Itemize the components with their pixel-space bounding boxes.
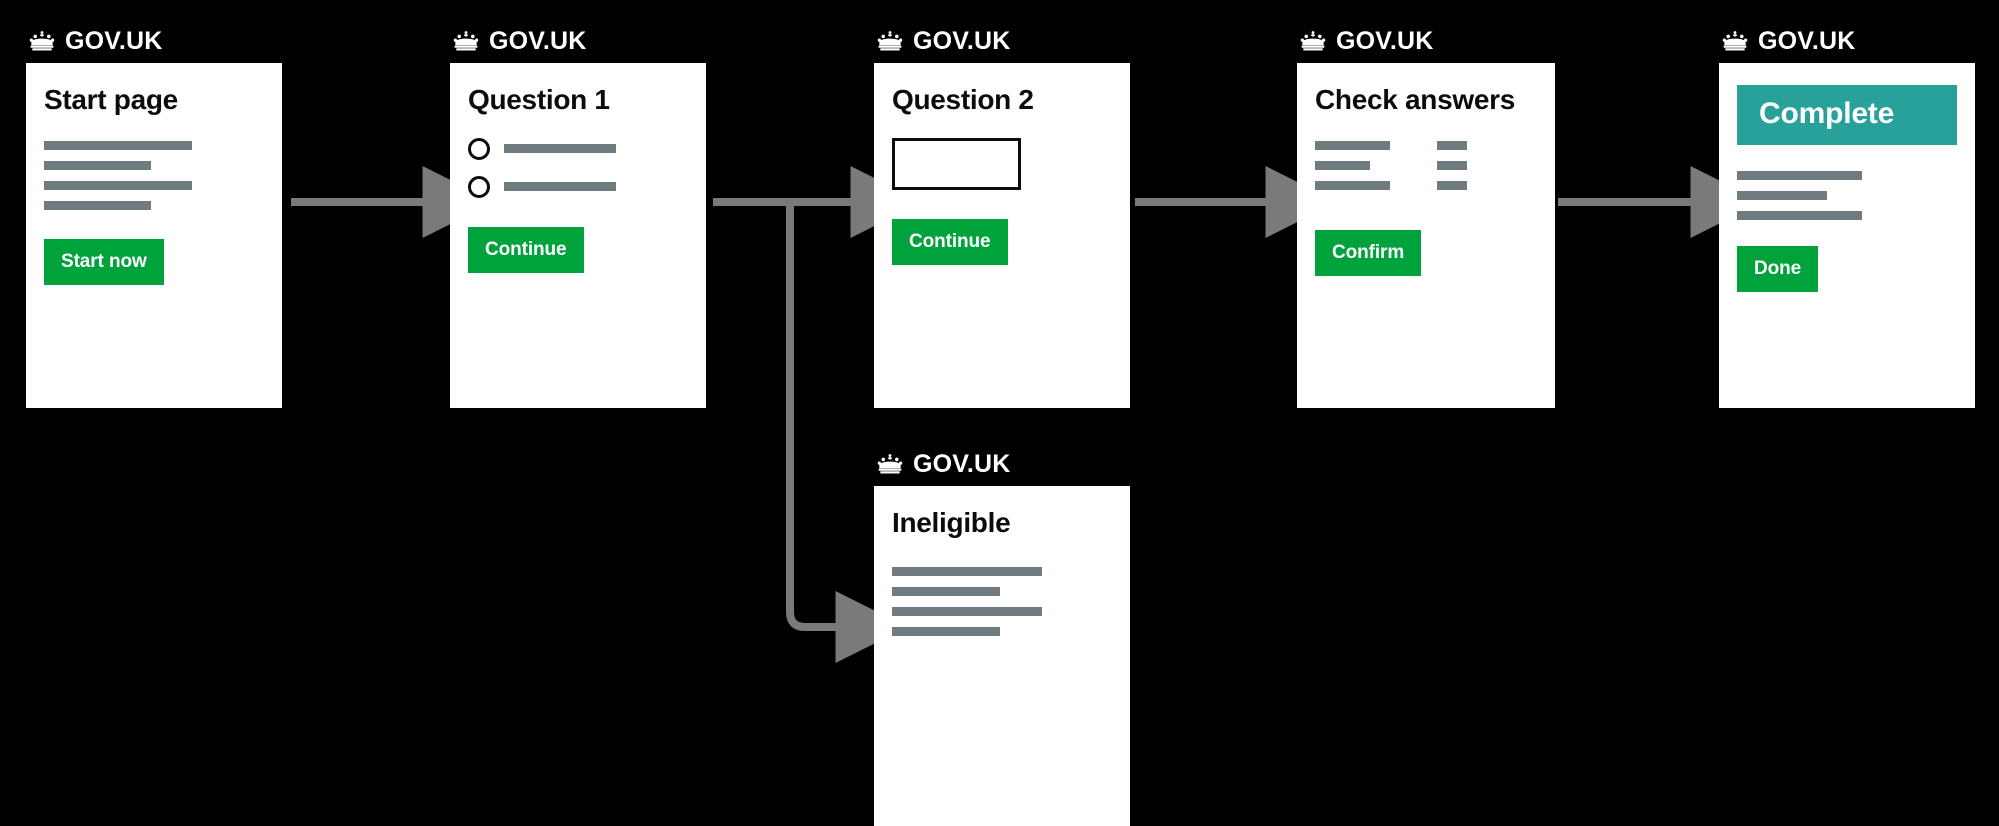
- placeholder-text-block: [44, 140, 264, 210]
- card-check-answers: Check answers Confirm: [1297, 63, 1555, 408]
- placeholder-bar: [504, 144, 616, 154]
- node-check-answers[interactable]: GOV.UK Check answers Confirm: [1297, 26, 1555, 408]
- start-now-button[interactable]: Start now: [44, 238, 164, 285]
- radio-option[interactable]: [468, 175, 688, 198]
- govuk-brand-label: GOV.UK: [1758, 26, 1856, 55]
- govuk-brand: GOV.UK: [874, 449, 1130, 479]
- placeholder-bar: [1315, 160, 1370, 170]
- node-question-1[interactable]: GOV.UK Question 1 Continue: [450, 26, 706, 408]
- continue-button[interactable]: Continue: [468, 226, 584, 273]
- placeholder-bar: [44, 180, 192, 190]
- govuk-brand: GOV.UK: [1719, 26, 1975, 56]
- govuk-brand-label: GOV.UK: [913, 26, 1011, 55]
- placeholder-bar: [1437, 140, 1467, 150]
- summary-column-values: [1437, 140, 1467, 190]
- crown-icon: [1300, 31, 1326, 51]
- card-question-1: Question 1 Continue: [450, 63, 706, 408]
- govuk-brand: GOV.UK: [1297, 26, 1555, 56]
- crown-icon: [453, 31, 479, 51]
- done-button[interactable]: Done: [1737, 246, 1819, 292]
- connector-branch-to-ineligible: [786, 206, 908, 663]
- placeholder-bar: [44, 160, 151, 170]
- crown-icon: [877, 454, 903, 474]
- card-start-page: Start page Start now: [26, 63, 282, 408]
- crown-icon: [877, 31, 903, 51]
- radio-option[interactable]: [468, 137, 688, 160]
- placeholder-bar: [1315, 140, 1390, 150]
- radio-icon[interactable]: [468, 175, 490, 198]
- govuk-brand-label: GOV.UK: [489, 26, 587, 55]
- confirm-button[interactable]: Confirm: [1315, 229, 1422, 276]
- placeholder-bar: [892, 606, 1042, 616]
- node-complete[interactable]: GOV.UK Complete Done: [1719, 26, 1975, 408]
- placeholder-bar: [1315, 180, 1390, 190]
- govuk-brand-label: GOV.UK: [65, 26, 163, 55]
- page-title-question-1: Question 1: [468, 84, 610, 115]
- node-start-page[interactable]: GOV.UK Start page Start now: [26, 26, 282, 408]
- placeholder-bar: [44, 140, 192, 150]
- placeholder-text-block: [892, 566, 1112, 636]
- govuk-brand-label: GOV.UK: [913, 449, 1011, 478]
- placeholder-bar: [1737, 191, 1827, 200]
- page-title-start-page: Start page: [44, 84, 178, 115]
- flow-diagram-canvas: GOV.UK Start page Start now GOV.UK Quest…: [0, 0, 1999, 826]
- page-title-ineligible: Ineligible: [892, 507, 1011, 538]
- radio-group[interactable]: [468, 137, 688, 198]
- summary-column-labels: [1315, 140, 1390, 190]
- card-complete: Complete Done: [1719, 63, 1975, 408]
- placeholder-bar: [1737, 171, 1862, 180]
- card-ineligible: Ineligible: [874, 486, 1130, 826]
- node-question-2[interactable]: GOV.UK Question 2 Continue: [874, 26, 1130, 408]
- placeholder-bar: [1437, 160, 1467, 170]
- govuk-brand: GOV.UK: [450, 26, 706, 56]
- placeholder-bar: [892, 566, 1042, 576]
- govuk-brand: GOV.UK: [874, 26, 1130, 56]
- radio-icon[interactable]: [468, 137, 490, 160]
- answers-summary-list: [1315, 140, 1537, 190]
- text-input-icon[interactable]: [892, 137, 1021, 190]
- continue-button[interactable]: Continue: [892, 218, 1008, 265]
- placeholder-bar: [892, 586, 1000, 596]
- page-title-question-2: Question 2: [892, 84, 1034, 115]
- node-ineligible[interactable]: GOV.UK Ineligible: [874, 449, 1130, 826]
- govuk-brand-label: GOV.UK: [1336, 26, 1434, 55]
- govuk-brand: GOV.UK: [26, 26, 282, 56]
- placeholder-bar: [892, 626, 1000, 636]
- placeholder-bar: [1437, 180, 1467, 190]
- completion-banner: Complete: [1737, 85, 1957, 145]
- placeholder-bar: [44, 200, 151, 210]
- card-question-2: Question 2 Continue: [874, 63, 1130, 408]
- placeholder-bar: [1737, 211, 1862, 220]
- page-title-check-answers: Check answers: [1315, 84, 1515, 115]
- crown-icon: [1722, 31, 1748, 51]
- placeholder-bar: [504, 182, 616, 192]
- crown-icon: [29, 31, 55, 51]
- placeholder-text-block: [1737, 171, 1957, 220]
